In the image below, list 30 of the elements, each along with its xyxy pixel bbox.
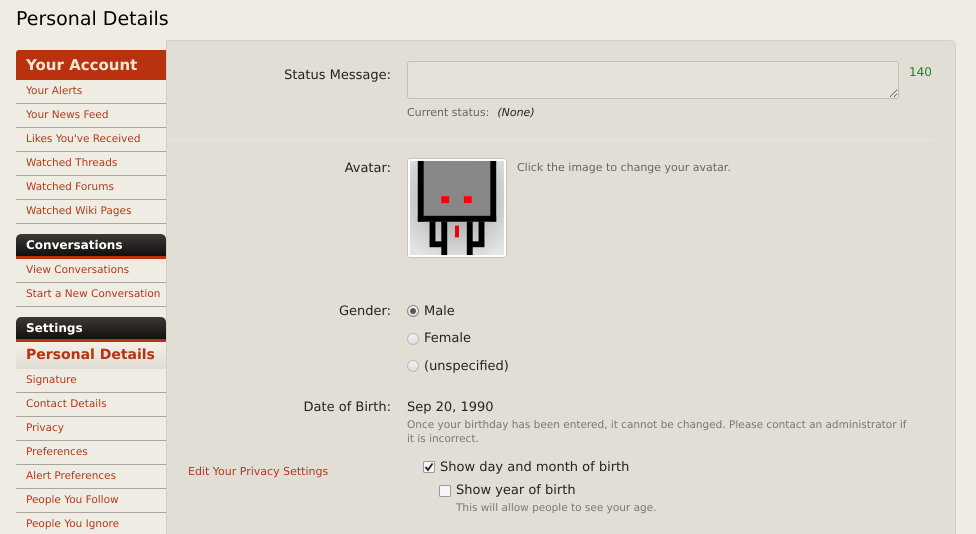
radio-button[interactable] <box>407 305 419 318</box>
field-label: Gender: <box>338 304 391 318</box>
sidebar-section-header: Settings <box>16 317 166 342</box>
avatar-drawing[interactable] <box>407 158 507 258</box>
privacy-hint: This will allow people to see your age. <box>456 500 656 516</box>
sidebar-item[interactable]: Personal Details <box>16 342 166 369</box>
page-title: Personal Details <box>15 7 170 32</box>
date-of-birth-value: Sep 20, 1990 <box>407 399 495 417</box>
field-label: Date of Birth: <box>304 400 391 415</box>
field-label: Avatar: <box>344 160 391 176</box>
privacy-settings-link[interactable]: Edit Your Privacy Settings <box>188 464 328 478</box>
date-of-birth-note: Once your birthday has been entered, it cannot be changed. Please contact an administrator if it is incorrect. <box>407 418 907 446</box>
checkbox[interactable] <box>423 461 435 474</box>
current-status-label: Current status: <box>407 105 490 121</box>
sidebar-header: Your Account <box>16 50 166 80</box>
sidebar-section-header: Conversations <box>16 234 166 259</box>
radio-button[interactable] <box>407 332 419 345</box>
current-status-value: (None) <box>497 105 535 121</box>
character-counter: 140 <box>909 64 932 81</box>
avatar-hint: Click the image to change your avatar. <box>517 160 731 176</box>
option-label: Female <box>424 330 472 348</box>
field-label: Status Message: <box>284 68 391 83</box>
option-label: Male <box>424 302 455 320</box>
check-icon <box>424 462 434 472</box>
option-label: Show year of birth <box>456 482 576 500</box>
radio-button[interactable] <box>407 360 419 372</box>
status-message-field[interactable] <box>407 61 899 99</box>
option-label: (unspecified) <box>424 358 509 376</box>
option-label: Show day and month of birth <box>440 458 630 476</box>
checkbox[interactable] <box>439 484 451 497</box>
